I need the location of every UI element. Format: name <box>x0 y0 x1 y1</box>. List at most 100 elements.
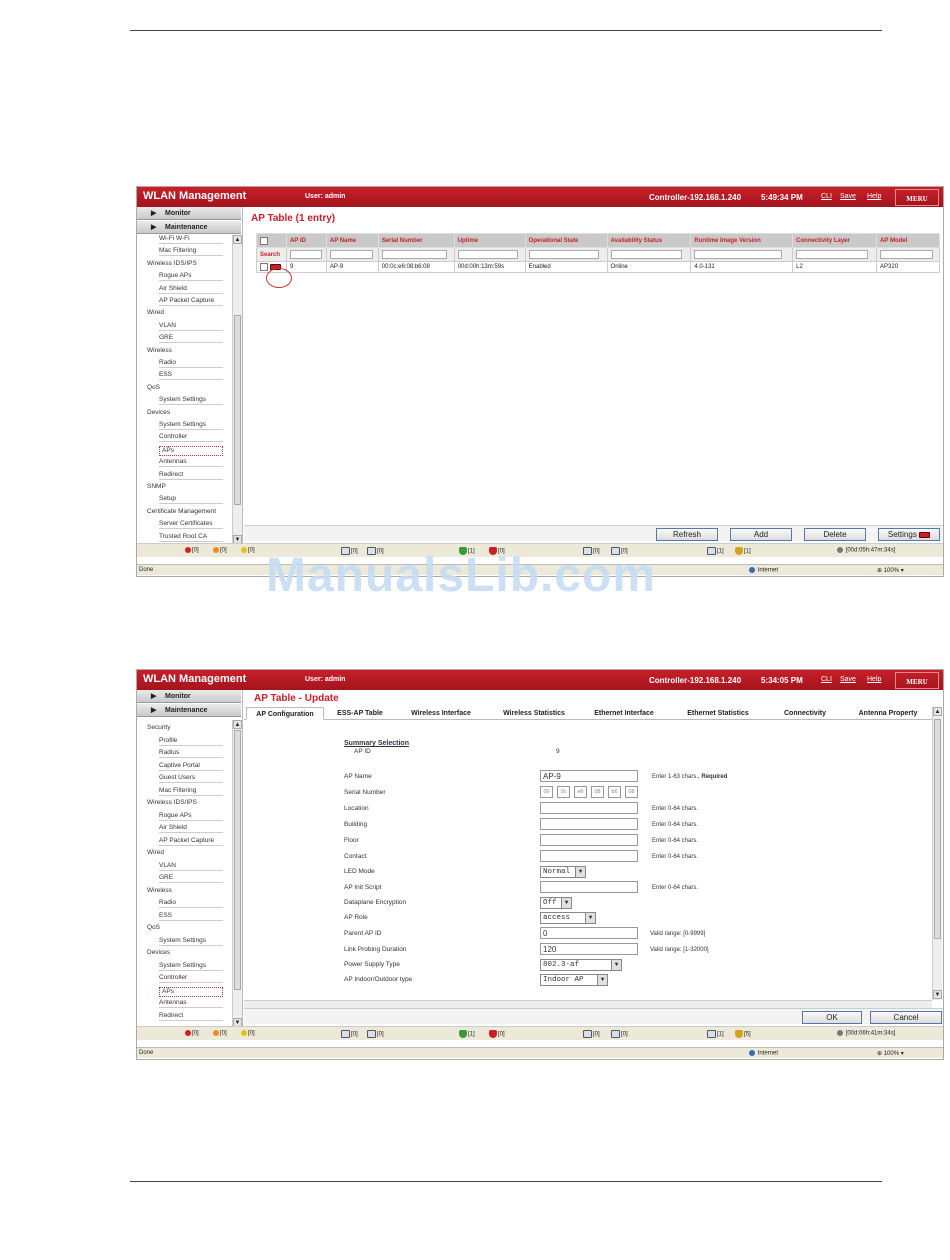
search-input-ap-name[interactable] <box>329 250 373 259</box>
tree-item[interactable]: Radius <box>159 749 223 758</box>
critical-alarms[interactable]: [0] <box>185 547 199 554</box>
search-input-op-state[interactable] <box>528 250 599 259</box>
search-input-availability[interactable] <box>610 250 683 259</box>
col-ap-model[interactable]: AP Model <box>876 233 940 248</box>
tree-item[interactable]: Captive Portal <box>159 762 223 771</box>
col-connectivity[interactable]: Connectivity Layer <box>792 233 878 248</box>
scroll-thumb[interactable] <box>234 730 241 990</box>
nav-monitor[interactable]: ▶ Monitor <box>137 690 241 703</box>
tree-item[interactable]: GRE <box>159 334 223 344</box>
save-link[interactable]: Save <box>840 193 856 200</box>
tree-item[interactable]: Air Shield <box>159 285 223 294</box>
select-all-checkbox[interactable] <box>260 236 268 245</box>
refresh-button[interactable]: Refresh <box>656 528 718 541</box>
tree-item[interactable]: Trusted Root CA <box>159 533 223 542</box>
delete-button[interactable]: Delete <box>804 528 866 541</box>
monitor-status-2[interactable]: [1] <box>735 547 751 555</box>
tree-item[interactable]: Profile <box>159 737 223 746</box>
cancel-button[interactable]: Cancel <box>870 1011 942 1024</box>
tree-item[interactable]: Controller <box>159 974 223 983</box>
tree-item[interactable]: Rogue APs <box>159 272 223 282</box>
minor-alarms[interactable]: [0] <box>241 547 255 554</box>
tree-item[interactable]: ESS <box>159 371 223 381</box>
device-status-2[interactable]: [0] <box>611 1030 628 1038</box>
tree-item[interactable]: AP Packet Capture <box>159 297 223 306</box>
col-image-version[interactable]: Runtime Image Version <box>690 233 794 248</box>
tree-item[interactable]: Redirect <box>159 471 223 480</box>
col-ap-id[interactable]: AP ID <box>285 233 327 248</box>
building-input[interactable] <box>540 818 638 830</box>
add-button[interactable]: Add <box>730 528 792 541</box>
scroll-up-icon[interactable]: ▲ <box>233 720 242 729</box>
col-ap-name[interactable]: AP Name <box>325 233 379 248</box>
serial-octet-3[interactable]: e6 <box>574 786 587 798</box>
tree-item[interactable]: Air Shield <box>159 824 223 833</box>
dataplane-select[interactable]: Off ▼ <box>540 897 572 909</box>
table-row[interactable]: 9 AP-9 00:0c:e6:08:b6:08 00d:00h:13m:59s… <box>256 261 940 273</box>
col-op-state[interactable]: Operational State <box>524 233 608 248</box>
tree-item[interactable]: System Settings <box>159 937 223 946</box>
led-mode-select[interactable]: Normal ▼ <box>540 866 586 878</box>
tree-item[interactable]: Server Certificates <box>159 520 223 530</box>
scroll-thumb[interactable] <box>234 315 241 505</box>
serial-octet-2[interactable]: 0c <box>557 786 570 798</box>
scroll-down-icon[interactable]: ▼ <box>933 990 942 999</box>
search-input-ap-id[interactable] <box>289 250 323 259</box>
location-input[interactable] <box>540 802 638 814</box>
zoom-level[interactable]: ⊕ 100% ▾ <box>877 1050 904 1057</box>
ap-role-select[interactable]: access ▼ <box>540 912 596 924</box>
station-status-1[interactable]: [1] <box>459 1030 475 1038</box>
tree-item[interactable]: APs <box>159 986 223 997</box>
scroll-up-icon[interactable]: ▲ <box>233 235 242 244</box>
settings-button[interactable]: Settings <box>878 528 940 541</box>
search-input-serial[interactable] <box>381 250 447 259</box>
monitor-status-2[interactable]: [5] <box>735 1030 751 1038</box>
search-input-connectivity[interactable] <box>796 250 869 259</box>
tree-item[interactable]: System Settings <box>159 962 223 971</box>
critical-alarms[interactable]: [0] <box>185 1030 199 1037</box>
tree-item[interactable]: VLAN <box>159 322 223 331</box>
monitor-status-1[interactable]: [1] <box>707 1030 724 1038</box>
col-uptime[interactable]: Uptime <box>453 233 526 248</box>
tree-item[interactable]: Antennas <box>159 999 223 1008</box>
tree-item[interactable]: System Settings <box>159 421 223 430</box>
help-link[interactable]: Help <box>867 193 881 200</box>
minor-alarms[interactable]: [0] <box>241 1030 255 1037</box>
serial-octet-5[interactable]: b6 <box>608 786 621 798</box>
parent-ap-input[interactable]: 0 <box>540 927 638 939</box>
power-supply-select[interactable]: 802.3-af ▼ <box>540 959 622 971</box>
tree-item[interactable]: Guest Users <box>159 774 223 783</box>
search-input-uptime[interactable] <box>457 250 518 259</box>
floor-input[interactable] <box>540 834 638 846</box>
station-status-2[interactable]: [0] <box>489 1030 505 1038</box>
tree-item[interactable]: Antennas <box>159 458 223 468</box>
tree-item[interactable]: Wi-Fi W-Fi <box>159 235 223 244</box>
tree-item[interactable]: Setup <box>159 495 223 505</box>
nav-monitor[interactable]: ▶ Monitor <box>137 207 241 220</box>
cli-link[interactable]: CLI <box>821 193 832 200</box>
tree-item[interactable]: ESS <box>159 912 223 921</box>
indoor-outdoor-select[interactable]: Indoor AP ▼ <box>540 974 608 986</box>
serial-octet-4[interactable]: 08 <box>591 786 604 798</box>
zoom-level[interactable]: ⊕ 100% ▾ <box>877 567 904 574</box>
tree-item[interactable]: Mac Filtering <box>159 247 223 257</box>
cli-link[interactable]: CLI <box>821 676 832 683</box>
tree-item[interactable]: Rogue APs <box>159 812 223 821</box>
nav-maintenance[interactable]: ▶ Maintenance <box>137 704 241 717</box>
sidebar-scrollbar[interactable]: ▲ ▼ <box>232 720 242 1028</box>
tree-item[interactable]: Mac Filtering <box>159 787 223 796</box>
tree-item[interactable]: System Settings <box>159 396 223 406</box>
nav-maintenance[interactable]: ▶ Maintenance <box>137 221 241 234</box>
col-serial[interactable]: Serial Number <box>377 233 455 248</box>
ap-status-1[interactable]: [0] <box>341 1030 358 1038</box>
major-alarms[interactable]: [0] <box>213 547 227 554</box>
col-availability[interactable]: Availability Status <box>606 233 692 248</box>
probing-input[interactable]: 120 <box>540 943 638 955</box>
search-input-model[interactable] <box>880 250 934 259</box>
tree-item[interactable]: APs <box>159 445 223 456</box>
sidebar-scrollbar[interactable]: ▲ ▼ <box>232 235 242 545</box>
save-link[interactable]: Save <box>840 676 856 683</box>
ap-name-input[interactable]: AP-9 <box>540 770 638 782</box>
content-scrollbar[interactable]: ▲ ▼ <box>932 707 942 1000</box>
content-hscrollbar[interactable] <box>244 1000 932 1008</box>
